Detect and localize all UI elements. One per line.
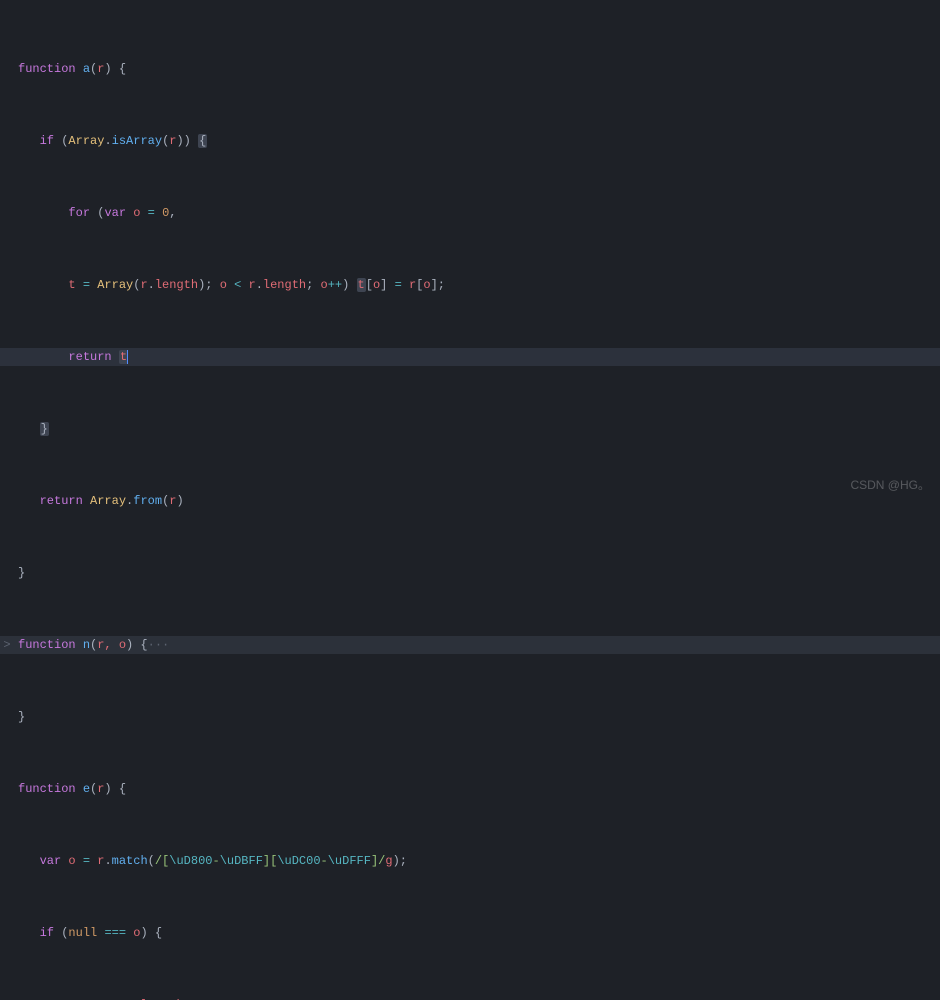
code-line[interactable]: if (Array.isArray(r)) {	[0, 132, 940, 150]
fold-toggle-icon[interactable]: >	[0, 636, 14, 654]
code-line[interactable]: if (null === o) {	[0, 924, 940, 942]
code-line[interactable]: for (var o = 0,	[0, 204, 940, 222]
code-line[interactable]: }	[0, 708, 940, 726]
code-line[interactable]: }	[0, 564, 940, 582]
code-line[interactable]: var o = r.match(/[\uD800-\uDBFF][\uDC00-…	[0, 852, 940, 870]
code-editor[interactable]: function a(r) { if (Array.isArray(r)) { …	[0, 0, 940, 1000]
text-cursor	[127, 350, 128, 364]
code-line[interactable]: function e(r) {	[0, 780, 940, 798]
code-line[interactable]: return t	[0, 348, 940, 366]
code-line[interactable]: var t = r.length;	[0, 996, 940, 1000]
code-line[interactable]: t = Array(r.length); o < r.length; o++) …	[0, 276, 940, 294]
code-line[interactable]: }	[0, 420, 940, 438]
code-line[interactable]: return Array.from(r)	[0, 492, 940, 510]
watermark-text: CSDN @HG。	[850, 476, 930, 494]
code-line-folded[interactable]: > function n(r, o) {···	[0, 636, 940, 654]
code-line[interactable]: function a(r) {	[0, 60, 940, 78]
